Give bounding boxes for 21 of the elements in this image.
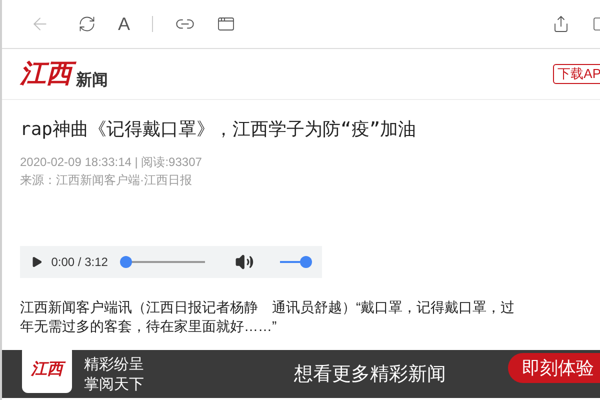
- article-title: rap神曲《记得戴口罩》，江西学子为防“疫”加油: [20, 118, 418, 142]
- article-source: 来源：江西新闻客户端·江西日报: [20, 172, 193, 189]
- banner-tagline: 掌阅天下: [84, 374, 144, 394]
- volume-icon[interactable]: [234, 252, 254, 272]
- font-button[interactable]: A: [118, 10, 130, 38]
- download-app-button[interactable]: 下载AP: [552, 64, 600, 84]
- try-now-button[interactable]: 即刻体验: [508, 353, 600, 383]
- share-icon[interactable]: [552, 15, 570, 33]
- audio-time: 0:00 / 3:12: [51, 254, 108, 271]
- banner-tagline: 精彩纷呈: [84, 354, 144, 374]
- progress-slider[interactable]: [120, 256, 205, 268]
- play-icon[interactable]: [30, 255, 44, 269]
- paragraph-line: 江西新闻客户端讯（江西日报记者杨静 通讯员舒越）“戴口罩，记得戴口罩，过: [20, 298, 516, 317]
- volume-slider[interactable]: [280, 256, 312, 268]
- banner-slogan: 想看更多精彩新闻: [294, 362, 446, 387]
- refresh-icon[interactable]: [78, 15, 96, 33]
- article-meta: 2020-02-09 18:33:14 | 阅读:93307: [20, 154, 203, 171]
- paragraph-line: 年无需过多的客套，待在家里面就好……”: [20, 317, 278, 336]
- window-icon[interactable]: [217, 15, 236, 33]
- logo-text: 新闻: [76, 72, 108, 88]
- logo-calligraphy: 江西: [20, 58, 76, 90]
